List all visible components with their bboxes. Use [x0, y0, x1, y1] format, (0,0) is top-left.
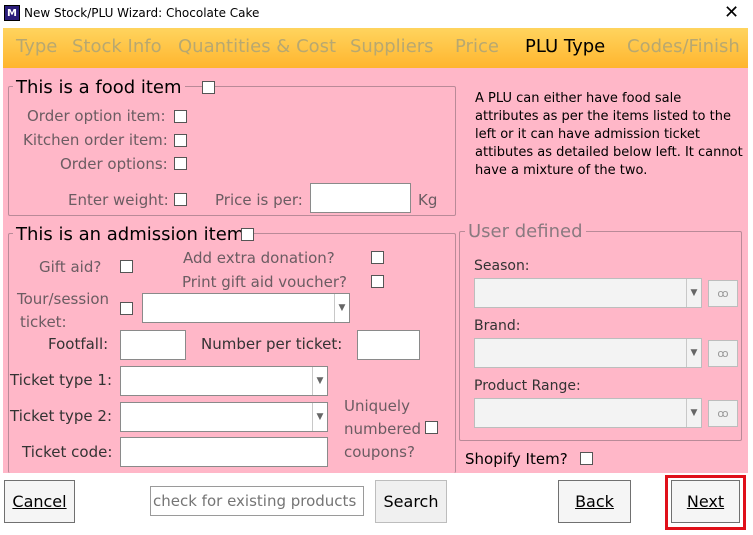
tab-plu-type[interactable]: PLU Type	[525, 36, 605, 57]
user-defined-title: User defined	[465, 221, 586, 242]
ticket-type-2-dropdown[interactable]: ▼	[120, 402, 328, 432]
close-icon[interactable]: ✕	[724, 2, 739, 23]
ticket-code-label: Ticket code:	[22, 443, 113, 461]
product-range-dropdown[interactable]: ▼	[474, 398, 702, 428]
price-per-input[interactable]	[310, 183, 411, 213]
tour-session-checkbox[interactable]	[120, 302, 133, 315]
tab-suppliers[interactable]: Suppliers	[350, 36, 434, 57]
ticket-type-1-dropdown[interactable]: ▼	[120, 366, 328, 396]
uniquely-numbered-checkbox[interactable]	[425, 421, 438, 434]
enter-weight-checkbox[interactable]	[174, 193, 187, 206]
tour-session-label: Tour/session	[17, 290, 110, 308]
shopify-item-label: Shopify Item?	[465, 450, 568, 468]
chevron-down-icon[interactable]: ▼	[312, 403, 327, 431]
uniquely-numbered-label-line3: coupons?	[344, 443, 415, 461]
back-button[interactable]: Back	[558, 480, 631, 523]
print-voucher-label: Print gift aid voucher?	[182, 273, 347, 291]
ticket-type-2-label: Ticket type 2:	[10, 407, 113, 425]
enter-weight-label: Enter weight:	[68, 191, 169, 209]
tab-stock-info[interactable]: Stock Info	[72, 36, 162, 57]
shopify-item-checkbox[interactable]	[580, 452, 593, 465]
binoculars-icon[interactable]: ꝏ	[708, 340, 738, 367]
gift-aid-checkbox[interactable]	[120, 260, 133, 273]
uniquely-numbered-label-line2: numbered	[344, 420, 421, 438]
food-item-checkbox[interactable]	[202, 81, 215, 94]
order-options-label: Order options:	[60, 155, 168, 173]
ticket-code-input[interactable]	[120, 437, 328, 467]
order-option-label: Order option item:	[27, 107, 166, 125]
app-logo-icon: M	[4, 5, 20, 21]
binoculars-icon[interactable]: ꝏ	[708, 400, 738, 427]
add-donation-label: Add extra donation?	[183, 249, 335, 267]
tab-price[interactable]: Price	[455, 36, 499, 57]
food-item-title: This is a food item	[13, 77, 185, 98]
tab-type[interactable]: Type	[16, 36, 57, 57]
gift-aid-label: Gift aid?	[39, 258, 102, 276]
brand-dropdown[interactable]: ▼	[474, 338, 702, 368]
tab-codes-finish[interactable]: Codes/Finish	[627, 36, 740, 57]
wizard-tabs: Type Stock Info Quantities & Cost Suppli…	[3, 28, 748, 68]
admission-item-title: This is an admission item	[13, 224, 248, 245]
add-donation-checkbox[interactable]	[371, 251, 384, 264]
plu-info-text: A PLU can either have food sale attribut…	[475, 91, 743, 178]
season-dropdown[interactable]: ▼	[474, 278, 702, 308]
number-per-ticket-label: Number per ticket:	[201, 335, 343, 353]
ticket-type-1-label: Ticket type 1:	[10, 371, 113, 389]
chevron-down-icon[interactable]: ▼	[686, 279, 701, 307]
window-title: New Stock/PLU Wizard: Chocolate Cake	[24, 6, 260, 20]
brand-label: Brand:	[474, 318, 521, 334]
binoculars-icon[interactable]: ꝏ	[708, 280, 738, 307]
title-bar: M New Stock/PLU Wizard: Chocolate Cake ✕	[0, 0, 753, 28]
chevron-down-icon[interactable]: ▼	[686, 399, 701, 427]
next-button-highlight	[665, 475, 746, 530]
search-input[interactable]	[150, 486, 364, 516]
season-label: Season:	[474, 258, 530, 274]
admission-item-checkbox[interactable]	[241, 228, 254, 241]
price-unit-label: Kg	[418, 191, 438, 209]
tour-session-dropdown[interactable]: ▼	[142, 293, 350, 323]
order-options-checkbox[interactable]	[174, 157, 187, 170]
chevron-down-icon[interactable]: ▼	[312, 367, 327, 395]
print-voucher-checkbox[interactable]	[371, 275, 384, 288]
price-per-label: Price is per:	[215, 191, 303, 209]
tab-quantities-cost[interactable]: Quantities & Cost	[178, 36, 336, 57]
uniquely-numbered-label: Uniquely	[344, 397, 410, 415]
order-option-checkbox[interactable]	[174, 110, 187, 123]
kitchen-order-label: Kitchen order item:	[23, 131, 168, 149]
number-per-ticket-input[interactable]	[357, 330, 420, 360]
chevron-down-icon[interactable]: ▼	[686, 339, 701, 367]
tour-session-label-line2: ticket:	[20, 313, 67, 331]
cancel-button[interactable]: Cancel	[4, 480, 75, 523]
kitchen-order-checkbox[interactable]	[174, 134, 187, 147]
footfall-label: Footfall:	[48, 335, 109, 353]
search-button[interactable]: Search	[375, 480, 447, 523]
footfall-input[interactable]	[120, 330, 186, 360]
chevron-down-icon[interactable]: ▼	[334, 294, 349, 322]
product-range-label: Product Range:	[474, 378, 581, 394]
